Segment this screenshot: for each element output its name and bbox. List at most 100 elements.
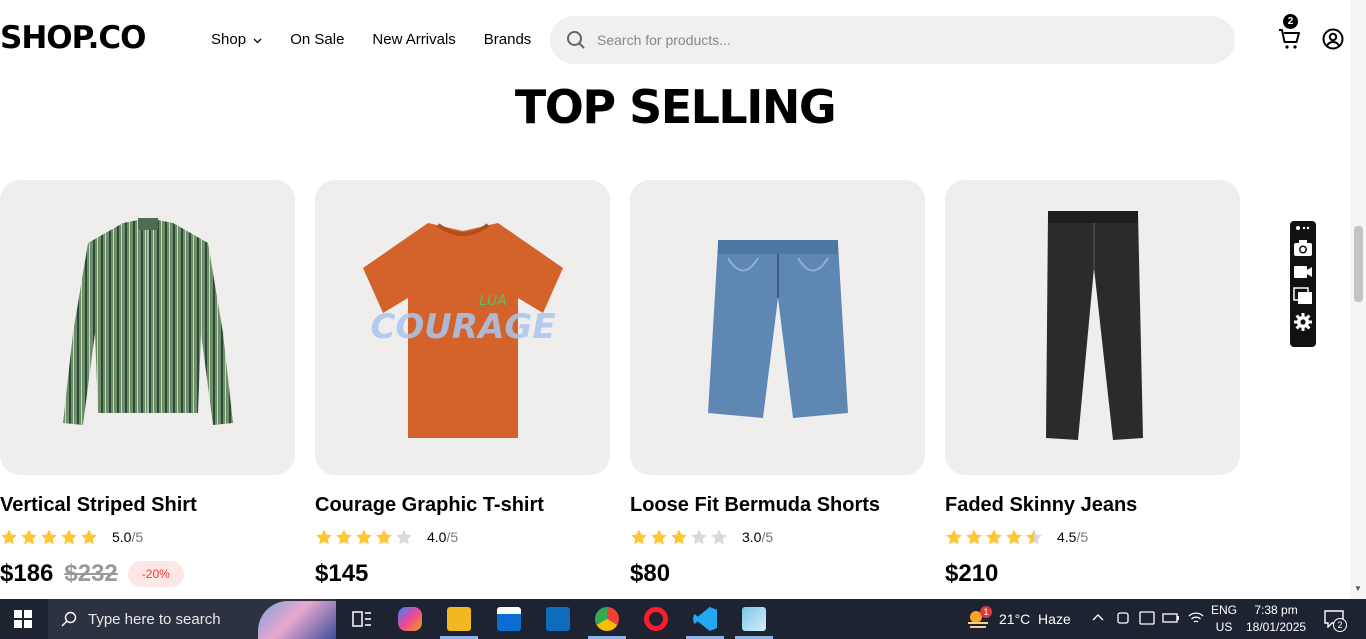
rating-text: 4.5/5 <box>1057 529 1088 545</box>
language-code: ENG <box>1211 603 1238 617</box>
clock[interactable]: 7:38 pm 18/01/2025 <box>1246 599 1312 639</box>
weather-widget[interactable]: 1 21°C Haze <box>966 599 1071 639</box>
rating-text: 3.0/5 <box>742 529 773 545</box>
chevron-up-icon[interactable] <box>1092 613 1104 621</box>
rating-text: 5.0/5 <box>112 529 143 545</box>
rating-stars <box>0 528 98 546</box>
rating-stars <box>630 528 728 546</box>
rating-stars <box>945 528 1043 546</box>
battery-icon[interactable] <box>1162 611 1180 625</box>
microsoft-store-icon[interactable] <box>497 607 521 631</box>
product-rating: 4.5/5 <box>945 527 1240 547</box>
product-rating: 5.0/5 <box>0 527 295 547</box>
product-card[interactable]: Vertical Striped Shirt 5.0/5 $186 $232 -… <box>0 180 295 589</box>
product-prices: $186 $232 -20% <box>0 559 295 589</box>
product-name[interactable]: Loose Fit Bermuda Shorts <box>630 494 925 517</box>
outlook-icon[interactable] <box>546 607 570 631</box>
vscode-icon[interactable] <box>693 607 717 631</box>
product-price: $186 <box>0 560 54 587</box>
product-price: $80 <box>630 560 671 587</box>
star-filled-icon <box>61 529 77 545</box>
file-explorer-icon[interactable] <box>447 607 471 631</box>
gear-icon[interactable] <box>1293 312 1313 332</box>
meet-now-icon[interactable] <box>1116 610 1130 626</box>
star-filled-icon <box>21 529 37 545</box>
star-empty-icon <box>711 529 727 545</box>
nav-new-arrivals[interactable]: New Arrivals <box>372 31 455 48</box>
language-indicator[interactable]: ENG US <box>1211 599 1239 639</box>
svg-text:LUA: LUA <box>479 293 507 309</box>
star-filled-icon <box>966 529 982 545</box>
star-filled-icon <box>336 529 352 545</box>
rating-max: /5 <box>131 529 144 545</box>
video-camera-icon[interactable] <box>1293 264 1313 280</box>
search-icon <box>567 31 585 49</box>
capture-toolbar <box>1290 221 1316 347</box>
star-half-icon <box>1026 529 1042 545</box>
star-filled-icon <box>631 529 647 545</box>
more-options-icon[interactable] <box>1294 224 1312 232</box>
rating-max: /5 <box>1076 529 1089 545</box>
product-card[interactable]: Loose Fit Bermuda Shorts 3.0/5 $80 <box>630 180 925 589</box>
rating-value: 3.0 <box>742 529 762 545</box>
product-name[interactable]: Faded Skinny Jeans <box>945 494 1240 517</box>
product-image[interactable] <box>0 180 295 475</box>
keyboard-layout: US <box>1215 620 1233 634</box>
scroll-down-arrow-icon[interactable]: ▼ <box>1354 584 1362 593</box>
product-rating: 3.0/5 <box>630 527 925 547</box>
product-rating: 4.0/5 <box>315 527 610 547</box>
main-nav: Shop On Sale New Arrivals Brands <box>211 31 531 48</box>
rating-max: /5 <box>446 529 459 545</box>
account-icon[interactable] <box>1322 28 1344 50</box>
site-logo[interactable]: SHOP.CO <box>0 20 147 56</box>
taskbar-search[interactable]: Type here to search <box>48 599 336 639</box>
search-highlight-art <box>258 601 336 639</box>
weather-alert-badge: 1 <box>980 606 992 618</box>
windows-start-icon[interactable] <box>14 610 32 628</box>
product-name[interactable]: Vertical Striped Shirt <box>0 494 295 517</box>
windows-overlay-icon[interactable] <box>1293 287 1313 305</box>
striped-shirt-image <box>62 217 233 425</box>
product-name[interactable]: Courage Graphic T-shirt <box>315 494 610 517</box>
product-price: $145 <box>315 560 369 587</box>
clock-date: 18/01/2025 <box>1246 620 1307 634</box>
wifi-icon[interactable] <box>1188 611 1204 625</box>
star-filled-icon <box>1 529 17 545</box>
star-filled-icon <box>651 529 667 545</box>
copilot-icon[interactable] <box>398 607 422 631</box>
cart-count-badge: 2 <box>1283 14 1298 29</box>
product-card[interactable]: Faded Skinny Jeans 4.5/5 $210 <box>945 180 1240 589</box>
windows-taskbar: Type here to search 1 21°C Haze ENG US 7:… <box>0 599 1366 639</box>
site-header: SHOP.CO Shop On Sale New Arrivals Brands… <box>0 0 1350 80</box>
section-title: TOP SELLING <box>514 80 837 134</box>
bermuda-shorts-image <box>707 239 848 418</box>
star-filled-icon <box>986 529 1002 545</box>
task-view-icon[interactable] <box>350 607 374 631</box>
page-scrollbar[interactable]: ▼ <box>1350 0 1366 599</box>
rating-max: /5 <box>761 529 774 545</box>
opera-icon[interactable] <box>644 607 668 631</box>
snipping-tool-icon[interactable] <box>742 607 766 631</box>
nav-on-sale[interactable]: On Sale <box>290 31 344 48</box>
weather-text: 21°C Haze <box>999 611 1071 627</box>
search-bar[interactable] <box>550 16 1235 64</box>
chrome-icon[interactable] <box>595 607 619 631</box>
star-filled-icon <box>81 529 97 545</box>
device-icon[interactable] <box>1139 610 1155 626</box>
nav-brands[interactable]: Brands <box>484 31 532 48</box>
product-card[interactable]: COURAGE LUA Courage Graphic T-shirt 4.0/… <box>315 180 610 589</box>
product-image[interactable] <box>630 180 925 475</box>
product-image[interactable]: COURAGE LUA <box>315 180 610 475</box>
cart-icon[interactable] <box>1278 27 1302 51</box>
svg-text:COURAGE: COURAGE <box>370 307 555 347</box>
scroll-thumb[interactable] <box>1354 226 1363 302</box>
search-input[interactable] <box>597 32 1197 48</box>
clock-time: 7:38 pm <box>1254 603 1298 617</box>
camera-icon[interactable] <box>1293 239 1313 257</box>
product-price: $210 <box>945 560 999 587</box>
nav-shop[interactable]: Shop <box>211 31 262 48</box>
rating-value: 5.0 <box>112 529 132 545</box>
rating-value: 4.5 <box>1057 529 1077 545</box>
notification-count: 2 <box>1333 618 1347 632</box>
product-image[interactable] <box>945 180 1240 475</box>
